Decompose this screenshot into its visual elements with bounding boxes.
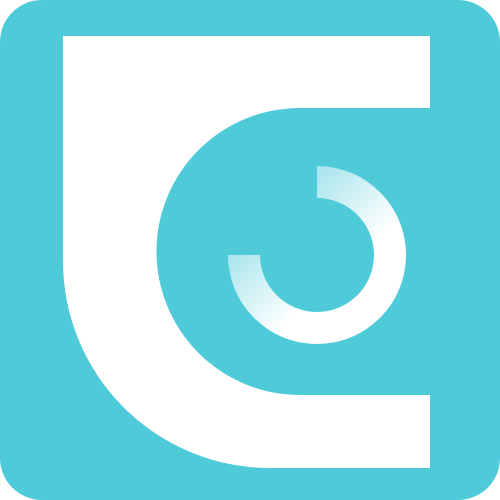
app-logo-icon	[0, 0, 500, 500]
